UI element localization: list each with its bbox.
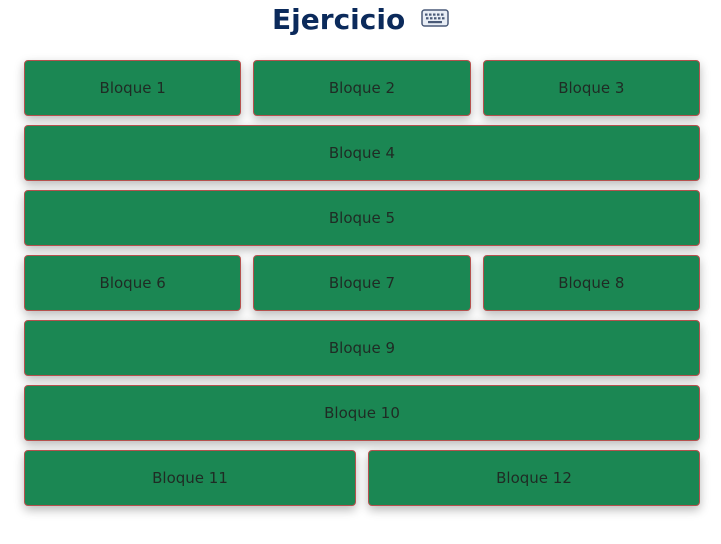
block-label: Bloque 11 <box>152 469 228 487</box>
block-5[interactable]: Bloque 5 <box>24 190 700 246</box>
block-label: Bloque 9 <box>328 339 396 357</box>
block-2[interactable]: Bloque 2 <box>253 60 471 116</box>
block-label: Bloque 2 <box>328 79 396 97</box>
block-12[interactable]: Bloque 12 <box>367 450 700 506</box>
block-3[interactable]: Bloque 3 <box>482 60 700 116</box>
block-label: Bloque 1 <box>99 79 166 97</box>
block-4[interactable]: Bloque 4 <box>24 125 700 181</box>
block-label: Bloque 3 <box>558 79 625 97</box>
block-7[interactable]: Bloque 7 <box>253 255 471 311</box>
block-label: Bloque 6 <box>99 274 166 292</box>
block-9[interactable]: Bloque 9 <box>24 320 700 376</box>
block-label: Bloque 5 <box>328 209 396 227</box>
block-label: Bloque 8 <box>558 274 625 292</box>
block-label: Bloque 4 <box>328 144 396 162</box>
keyboard-icon <box>421 0 449 36</box>
block-11[interactable]: Bloque 11 <box>24 450 356 506</box>
block-label: Bloque 12 <box>496 469 572 487</box>
page-title: Ejercicio <box>0 2 721 39</box>
block-label: Bloque 7 <box>328 274 396 292</box>
block-label: Bloque 10 <box>324 404 400 422</box>
block-1[interactable]: Bloque 1 <box>24 60 242 116</box>
page: Ejercicio Bloque 1 Bloque 2 Bloque 3 Blo… <box>0 0 721 544</box>
block-6[interactable]: Bloque 6 <box>24 255 242 311</box>
page-title-text: Ejercicio <box>272 3 406 36</box>
block-10[interactable]: Bloque 10 <box>24 385 700 441</box>
block-8[interactable]: Bloque 8 <box>482 255 700 311</box>
blocks-grid: Bloque 1 Bloque 2 Bloque 3 Bloque 4 Bloq… <box>24 60 700 506</box>
